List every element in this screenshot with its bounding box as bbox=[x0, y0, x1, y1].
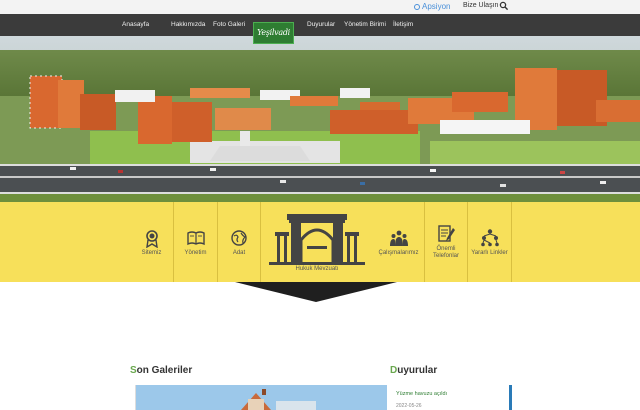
feature-label: Adat bbox=[232, 249, 246, 256]
feature-adat[interactable]: Adat bbox=[218, 202, 261, 282]
nav-item-gallery[interactable]: Foto Galeri bbox=[213, 14, 245, 36]
feature-label: Yönetim bbox=[184, 249, 207, 256]
arch-gate-icon bbox=[269, 214, 365, 265]
top-utility-bar: Apsiyon Bize Ulaşın bbox=[0, 0, 640, 14]
down-arrow-indicator bbox=[235, 282, 397, 302]
contact-link[interactable]: Bize Ulaşın bbox=[463, 2, 498, 9]
feature-works[interactable]: Çalışmalarımız bbox=[373, 202, 425, 282]
announcement-date: 2022-05-26 bbox=[396, 403, 422, 409]
feature-law[interactable]: Hukuk Mevzuatı bbox=[261, 202, 373, 282]
announcements-title-rest: uyurular bbox=[397, 365, 438, 376]
feature-management[interactable]: Yönetim bbox=[174, 202, 218, 282]
announcement-title[interactable]: Yüzme havuzu açıldı bbox=[396, 391, 447, 397]
gallery-thumbnail[interactable] bbox=[135, 385, 387, 410]
nav-item-home[interactable]: Anasayfa bbox=[122, 14, 149, 36]
feature-label: Sitemiz bbox=[141, 249, 162, 256]
apsiyon-icon bbox=[414, 3, 420, 10]
search-icon[interactable] bbox=[499, 1, 509, 11]
apsiyon-link[interactable]: Apsiyon bbox=[414, 2, 450, 11]
site-logo[interactable]: Yeşilvadi bbox=[253, 22, 294, 44]
hero-illustration bbox=[0, 36, 640, 202]
nav-item-contact[interactable]: İletişim bbox=[393, 14, 413, 36]
globe-icon bbox=[231, 229, 247, 246]
document-pen-icon bbox=[438, 225, 455, 242]
hero-aerial-photo bbox=[0, 36, 640, 202]
feature-site[interactable]: Sitemiz bbox=[130, 202, 174, 282]
feature-label: Önemli Telefonlar bbox=[432, 246, 459, 259]
apsiyon-label: Apsiyon bbox=[422, 2, 451, 11]
announcement-item[interactable]: Yüzme havuzu açıldı 2022-05-26 bbox=[392, 385, 512, 410]
feature-phones[interactable]: Önemli Telefonlar bbox=[425, 202, 468, 282]
team-icon bbox=[389, 230, 408, 246]
award-badge-icon bbox=[145, 229, 158, 248]
logo-text: Yeşilvadi bbox=[257, 28, 290, 37]
nav-item-about[interactable]: Hakkımızda bbox=[171, 14, 205, 36]
gallery-title-rest: on Galeriler bbox=[136, 365, 193, 376]
announcements-section-title: Duyurular bbox=[390, 365, 437, 376]
gallery-photo bbox=[136, 385, 387, 410]
main-nav: Anasayfa Hakkımızda Foto Galeri Duyurula… bbox=[0, 14, 640, 36]
gallery-section-title: Son Galeriler bbox=[130, 365, 192, 376]
nav-item-management[interactable]: Yönetim Birimi bbox=[344, 14, 386, 36]
gallery-title-initial: S bbox=[130, 365, 137, 376]
feature-label: Hukuk Mevzuatı bbox=[295, 266, 339, 272]
feature-label: Çalışmalarımız bbox=[378, 249, 419, 256]
feature-links[interactable]: Yararlı Linkler bbox=[468, 202, 512, 282]
feature-label: Yararlı Linkler bbox=[471, 249, 508, 256]
network-icon bbox=[480, 228, 499, 246]
nav-item-announcements[interactable]: Duyurular bbox=[307, 14, 335, 36]
book-icon bbox=[186, 230, 205, 245]
